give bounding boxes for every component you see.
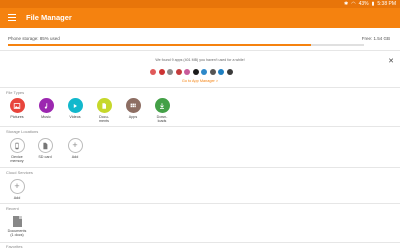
close-icon[interactable]: ✕ xyxy=(388,57,394,65)
app-icon xyxy=(167,69,173,75)
file-type-music[interactable]: Music xyxy=(35,98,57,119)
file-type-label: Videos xyxy=(69,115,81,119)
file-type-document[interactable]: Docu- ments xyxy=(93,98,115,123)
storage-sd-card-label: SD card xyxy=(38,155,52,159)
app-icon xyxy=(158,69,165,75)
file-type-video[interactable]: Videos xyxy=(64,98,86,119)
storage-add-label: Add xyxy=(71,155,79,159)
file-type-label: Pictures xyxy=(10,115,24,119)
section-storage-locations: Storage Locations xyxy=(6,129,39,134)
storage-free-label: Free: 1.54 GB xyxy=(361,36,390,41)
app-bar: File Manager xyxy=(0,8,400,28)
storage-progress-bar xyxy=(8,44,364,46)
divider xyxy=(0,242,400,243)
cloud-add-button[interactable]: + Add xyxy=(6,179,28,200)
app-icon xyxy=(218,69,224,75)
app-icon xyxy=(184,69,190,75)
document-icon xyxy=(12,216,22,227)
unused-apps-icons xyxy=(150,69,233,75)
menu-icon[interactable] xyxy=(8,14,16,22)
recent-documents-label: Documents (1 docs) xyxy=(7,229,27,237)
cloud-add-label: Add xyxy=(13,196,21,200)
battery-percent: 43% xyxy=(358,1,369,7)
section-favorites: Favorites xyxy=(6,244,23,249)
video-icon xyxy=(67,98,83,113)
storage-summary[interactable]: Phone storage: 85% used Free: 1.54 GB xyxy=(8,36,394,46)
clock: 5:38 PM xyxy=(377,1,396,7)
divider xyxy=(0,87,400,88)
divider xyxy=(0,167,400,168)
sdcard-icon xyxy=(37,138,53,153)
divider xyxy=(0,126,400,127)
music-icon xyxy=(38,98,54,113)
storage-device-memory-label: Device memory xyxy=(10,155,24,163)
document-icon xyxy=(96,98,112,113)
plus-icon: + xyxy=(9,179,25,194)
app-title: File Manager xyxy=(26,13,72,22)
status-bar: ✱ ◠ 43% ▮ 5:38 PM xyxy=(0,0,400,8)
storage-used-label: Phone storage: 85% used xyxy=(8,36,60,41)
file-type-apps[interactable]: Apps xyxy=(122,98,144,119)
storage-progress-fill xyxy=(8,44,311,46)
storage-sd-card[interactable]: SD card xyxy=(34,138,56,159)
recent-documents[interactable]: Documents (1 docs) xyxy=(2,216,32,237)
status-bar-right: ✱ ◠ 43% ▮ 5:38 PM xyxy=(344,0,396,8)
file-type-download[interactable]: Down- loads xyxy=(151,98,173,123)
app-icon xyxy=(175,69,182,75)
section-file-types: File Types xyxy=(6,90,25,95)
plus-icon: + xyxy=(67,138,83,153)
download-icon xyxy=(154,98,170,113)
divider xyxy=(0,50,400,51)
file-type-label: Down- loads xyxy=(156,115,168,123)
file-type-label: Apps xyxy=(128,115,138,119)
storage-device-memory[interactable]: Device memory xyxy=(6,138,28,163)
app-icon xyxy=(201,69,207,75)
file-type-label: Music xyxy=(41,115,51,119)
wifi-icon: ◠ xyxy=(351,1,356,7)
app-icon xyxy=(209,69,216,75)
divider xyxy=(0,203,400,204)
battery-icon: ▮ xyxy=(371,1,375,7)
app-icon xyxy=(150,69,156,75)
app-manager-link[interactable]: Go to App Manager > xyxy=(0,79,400,83)
section-cloud-services: Cloud Services xyxy=(6,170,33,175)
storage-add-button[interactable]: + Add xyxy=(64,138,86,159)
section-recent: Recent xyxy=(6,206,19,211)
file-type-image[interactable]: Pictures xyxy=(6,98,28,119)
file-type-label: Docu- ments xyxy=(98,115,110,123)
promo-text: We found 9 apps (401 MB) you haven't use… xyxy=(155,58,245,62)
bluetooth-icon: ✱ xyxy=(344,1,349,7)
phone-icon xyxy=(9,138,25,153)
app-icon xyxy=(226,69,233,75)
app-icon xyxy=(192,69,199,75)
image-icon xyxy=(9,98,25,113)
apps-icon xyxy=(125,98,141,113)
